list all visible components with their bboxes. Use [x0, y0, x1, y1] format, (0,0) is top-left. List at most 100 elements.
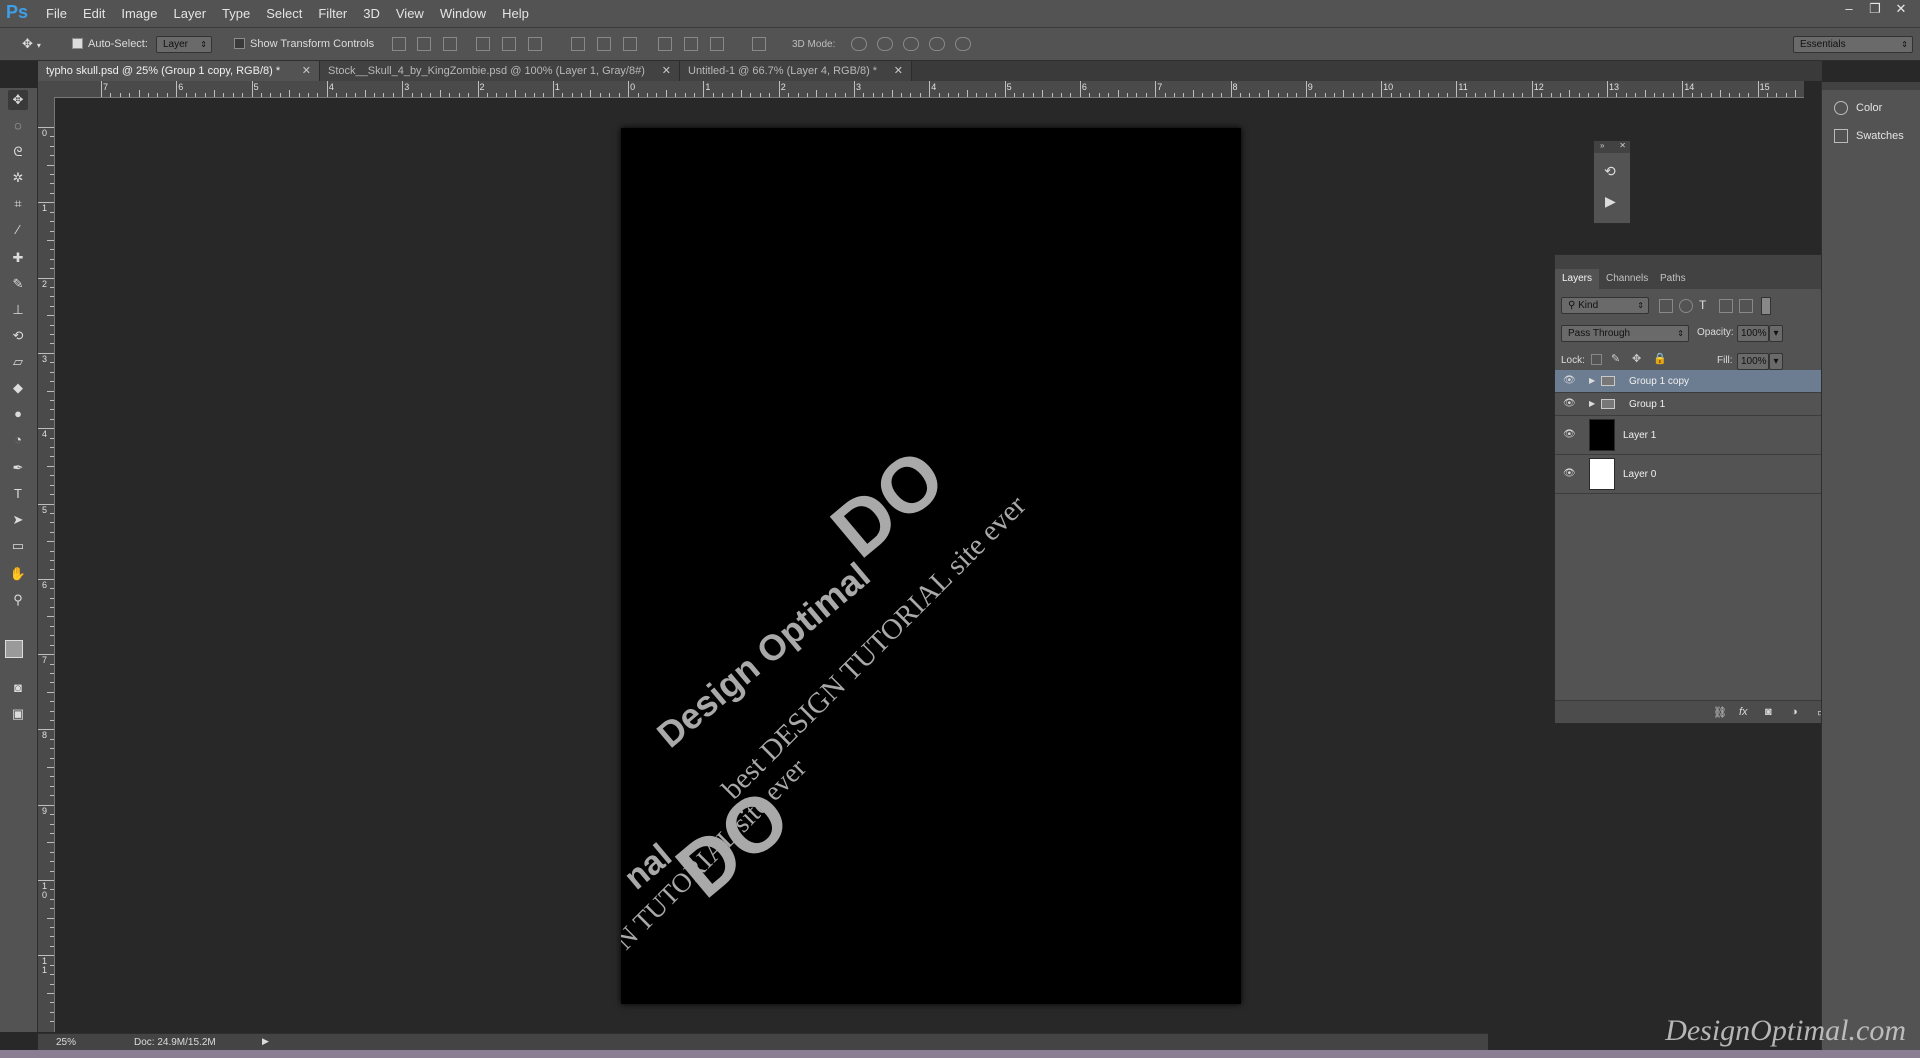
- magic-wand-tool-icon[interactable]: ✲: [8, 168, 28, 188]
- align-vertical-center-icon[interactable]: [417, 37, 431, 51]
- visibility-eye-icon[interactable]: 👁: [1563, 376, 1577, 386]
- distribute-left-icon[interactable]: [658, 37, 672, 51]
- 3d-pan-icon[interactable]: [903, 37, 919, 51]
- zoom-level[interactable]: 25%: [56, 1037, 76, 1048]
- visibility-eye-icon[interactable]: 👁: [1563, 430, 1577, 440]
- close-tab-icon[interactable]: ✕: [302, 61, 311, 81]
- minimize-button[interactable]: –: [1836, 0, 1862, 20]
- opacity-arrow-icon[interactable]: ▾: [1769, 325, 1783, 342]
- history-brush-tool-icon[interactable]: ⟲: [8, 326, 28, 346]
- adjustment-layer-icon[interactable]: ◑: [1791, 706, 1798, 718]
- close-tab-icon[interactable]: ✕: [662, 61, 671, 81]
- pen-tool-icon[interactable]: ✒: [8, 458, 28, 478]
- 3d-slide-icon[interactable]: [929, 37, 945, 51]
- lock-position-icon[interactable]: ✥: [1632, 352, 1641, 365]
- close-panel-icon[interactable]: ✕: [1619, 141, 1626, 150]
- filter-toggle-switch[interactable]: [1761, 297, 1771, 315]
- menu-help[interactable]: Help: [494, 0, 537, 27]
- layer-style-icon[interactable]: fx: [1739, 706, 1748, 718]
- align-left-icon[interactable]: [476, 37, 490, 51]
- distribute-right-icon[interactable]: [710, 37, 724, 51]
- hand-tool-icon[interactable]: ✋: [8, 564, 28, 584]
- expand-group-icon[interactable]: ▶: [1589, 399, 1595, 408]
- distribute-bottom-icon[interactable]: [623, 37, 637, 51]
- visibility-eye-icon[interactable]: 👁: [1563, 469, 1577, 479]
- menu-select[interactable]: Select: [258, 0, 310, 27]
- filter-pixel-icon[interactable]: [1659, 299, 1673, 313]
- show-transform-checkbox[interactable]: [234, 38, 245, 49]
- lock-transparent-icon[interactable]: [1591, 354, 1602, 365]
- filter-adjustment-icon[interactable]: [1679, 299, 1693, 313]
- tab-paths[interactable]: Paths: [1653, 269, 1693, 289]
- crop-tool-icon[interactable]: ⌗: [8, 194, 28, 214]
- link-layers-icon[interactable]: ⛓: [1713, 706, 1727, 719]
- distribute-top-icon[interactable]: [571, 37, 585, 51]
- dock-swatches-button[interactable]: Swatches: [1834, 125, 1904, 147]
- quick-mask-icon[interactable]: ◙: [8, 678, 28, 698]
- distribute-vertical-center-icon[interactable]: [597, 37, 611, 51]
- brush-tool-icon[interactable]: ✎: [8, 274, 28, 294]
- document-tab-stock-skull[interactable]: Stock__Skull_4_by_KingZombie.psd @ 100% …: [320, 61, 680, 81]
- fill-arrow-icon[interactable]: ▾: [1769, 353, 1783, 370]
- visibility-eye-icon[interactable]: 👁: [1563, 399, 1577, 409]
- align-bottom-icon[interactable]: [443, 37, 457, 51]
- 3d-orbit-icon[interactable]: [851, 37, 867, 51]
- align-top-icon[interactable]: [392, 37, 406, 51]
- move-tool-icon[interactable]: ✥: [8, 90, 28, 110]
- document-tab-typho-skull[interactable]: typho skull.psd @ 25% (Group 1 copy, RGB…: [38, 61, 320, 81]
- close-window-button[interactable]: ✕: [1888, 0, 1914, 20]
- tab-channels[interactable]: Channels: [1599, 269, 1655, 289]
- dodge-tool-icon[interactable]: ◔: [8, 430, 28, 450]
- history-icon[interactable]: ⟲: [1604, 163, 1616, 180]
- foreground-color-swatch[interactable]: [5, 640, 23, 658]
- filter-smart-object-icon[interactable]: [1739, 299, 1753, 313]
- opacity-input[interactable]: 100%: [1737, 325, 1769, 342]
- restore-button[interactable]: ❐: [1862, 0, 1888, 20]
- move-tool-preset-icon[interactable]: ✥ ▾: [22, 36, 41, 52]
- document-canvas[interactable]: DO Design Optimal best DESIGN TUTORIAL s…: [621, 128, 1241, 1004]
- rectangle-tool-icon[interactable]: ▭: [8, 536, 28, 556]
- marquee-tool-icon[interactable]: ◌: [8, 116, 28, 136]
- filter-shape-icon[interactable]: [1719, 299, 1733, 313]
- auto-select-target-dropdown[interactable]: Layer ⇕: [156, 36, 212, 53]
- lasso-tool-icon[interactable]: ᘓ: [8, 142, 28, 162]
- layer-filter-dropdown[interactable]: ⚲ Kind ⇕: [1561, 297, 1649, 314]
- menu-window[interactable]: Window: [432, 0, 494, 27]
- expand-group-icon[interactable]: ▶: [1589, 376, 1595, 385]
- menu-3d[interactable]: 3D: [355, 0, 388, 27]
- clone-stamp-tool-icon[interactable]: ⊥: [8, 300, 28, 320]
- menu-filter[interactable]: Filter: [310, 0, 355, 27]
- blend-mode-dropdown[interactable]: Pass Through ⇕: [1561, 325, 1689, 342]
- eyedropper-tool-icon[interactable]: ⁄: [8, 220, 28, 240]
- lock-all-icon[interactable]: 🔒: [1653, 352, 1667, 365]
- align-horizontal-center-icon[interactable]: [502, 37, 516, 51]
- add-mask-icon[interactable]: ◙: [1765, 706, 1772, 718]
- expand-panel-icon[interactable]: »: [1600, 141, 1604, 150]
- path-selection-tool-icon[interactable]: ➤: [8, 510, 28, 530]
- filter-type-icon[interactable]: T: [1699, 298, 1706, 312]
- zoom-tool-icon[interactable]: ⚲: [8, 590, 28, 610]
- menu-edit[interactable]: Edit: [75, 0, 113, 27]
- align-right-icon[interactable]: [528, 37, 542, 51]
- dock-color-button[interactable]: Color: [1834, 97, 1882, 119]
- blur-tool-icon[interactable]: ●: [8, 404, 28, 424]
- eraser-tool-icon[interactable]: ▱: [8, 352, 28, 372]
- distribute-horizontal-center-icon[interactable]: [684, 37, 698, 51]
- 3d-roll-icon[interactable]: [877, 37, 893, 51]
- paint-bucket-tool-icon[interactable]: ◆: [8, 378, 28, 398]
- type-tool-icon[interactable]: T: [8, 484, 28, 504]
- 3d-scale-icon[interactable]: [955, 37, 971, 51]
- auto-align-layers-icon[interactable]: [752, 37, 766, 51]
- menu-file[interactable]: File: [38, 0, 75, 27]
- menu-layer[interactable]: Layer: [166, 0, 215, 27]
- menu-view[interactable]: View: [388, 0, 432, 27]
- workspace-dropdown[interactable]: Essentials ⇕: [1793, 36, 1913, 53]
- document-tab-untitled-1[interactable]: Untitled-1 @ 66.7% (Layer 4, RGB/8) * ✕: [680, 61, 912, 81]
- auto-select-checkbox[interactable]: [72, 38, 83, 49]
- status-menu-arrow-icon[interactable]: ▶: [262, 1036, 269, 1047]
- close-tab-icon[interactable]: ✕: [894, 61, 903, 81]
- menu-type[interactable]: Type: [214, 0, 258, 27]
- tab-layers[interactable]: Layers: [1555, 269, 1600, 289]
- lock-image-icon[interactable]: ✎: [1611, 352, 1620, 365]
- screen-mode-icon[interactable]: ▣: [8, 704, 28, 724]
